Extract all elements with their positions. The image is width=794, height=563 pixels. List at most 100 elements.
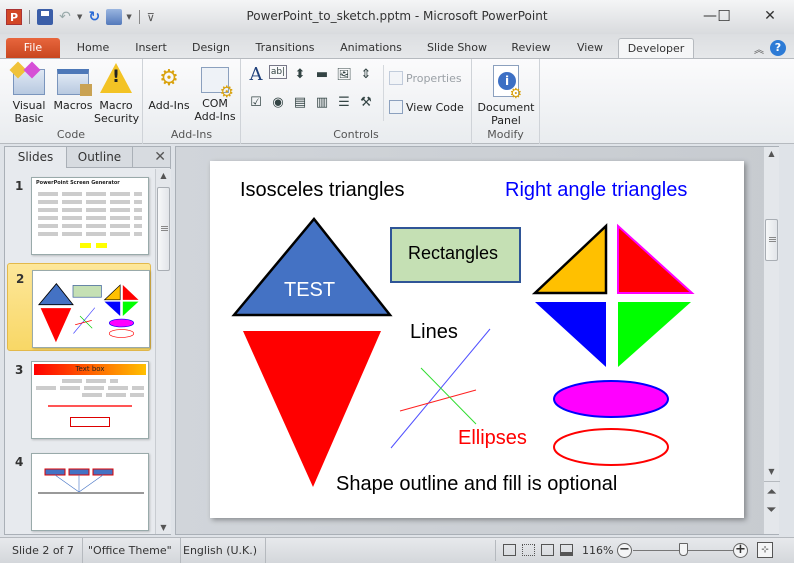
listbox-control-icon[interactable]: ▥ — [313, 93, 331, 111]
close-pane-icon[interactable]: ✕ — [154, 149, 166, 165]
spin-button-control-icon[interactable]: ⬍ — [291, 65, 309, 83]
current-slide[interactable]: Isosceles triangles Right angle triangle… — [210, 161, 744, 518]
combobox-control-icon[interactable]: ▤ — [291, 93, 309, 111]
tab-animations[interactable]: Animations — [334, 38, 408, 58]
macros-button[interactable]: Macros — [52, 63, 94, 112]
visual-basic-label: Visual — [12, 99, 46, 112]
minimize-ribbon-icon[interactable]: ︽ — [754, 41, 764, 56]
thumb-text-lines — [62, 379, 118, 383]
view-code-button[interactable]: View Code — [389, 100, 464, 114]
tab-outline[interactable]: Outline — [67, 147, 133, 168]
normal-view-icon[interactable] — [503, 544, 516, 556]
zoom-level[interactable]: 116% — [582, 538, 613, 563]
zoom-slider-handle[interactable] — [679, 543, 688, 556]
previous-slide-icon[interactable]: ⏶ — [764, 485, 779, 499]
textbox-control-icon[interactable]: ab| — [269, 65, 287, 79]
help-icon[interactable]: ? — [770, 40, 786, 56]
tab-developer[interactable]: Developer — [618, 38, 694, 58]
label-control-icon[interactable]: A — [247, 64, 265, 85]
slide-thumbnail-3[interactable]: 3 Text box — [7, 355, 151, 443]
thumb-text-lines — [38, 232, 142, 236]
toggle-button-control-icon[interactable]: ☰ — [335, 93, 353, 111]
tab-view[interactable]: View — [568, 38, 612, 58]
ellipses-label[interactable]: Ellipses — [458, 427, 527, 450]
tab-insert[interactable]: Insert — [128, 38, 174, 58]
lines-label[interactable]: Lines — [410, 321, 458, 344]
group-code: Visual Basic Macros ! Macro Security Cod… — [0, 59, 143, 144]
isosceles-triangle-red — [243, 331, 381, 487]
visual-basic-icon — [13, 69, 45, 95]
more-controls-icon[interactable]: ⚒ — [357, 93, 375, 111]
thumb-text-lines — [38, 192, 142, 196]
tab-slide-show[interactable]: Slide Show — [420, 38, 494, 58]
visual-basic-button[interactable]: Visual Basic — [6, 63, 52, 125]
separator — [383, 65, 384, 121]
slide-show-view-icon[interactable] — [560, 544, 573, 556]
line-red — [399, 389, 477, 412]
slide-sorter-view-icon[interactable] — [522, 544, 535, 556]
document-panel-button[interactable]: Document Panel — [476, 63, 536, 127]
zoom-in-button[interactable]: + — [733, 543, 748, 558]
slide-thumbnail-4[interactable]: 4 — [7, 447, 151, 534]
ellipse-outline-red — [553, 428, 669, 466]
status-bar: Slide 2 of 7 "Office Theme" English (U.K… — [0, 537, 794, 563]
theme-name[interactable]: "Office Theme" — [80, 538, 181, 563]
tab-home[interactable]: Home — [70, 38, 116, 58]
tab-transitions[interactable]: Transitions — [248, 38, 322, 58]
slide-thumbnail-2[interactable]: 2 — [7, 263, 151, 351]
zoom-out-button[interactable]: − — [617, 543, 632, 558]
workspace: Slides Outline ✕ 1 PowerPoint Screen Gen… — [0, 144, 794, 537]
next-slide-icon[interactable]: ⏷ — [764, 503, 779, 517]
language[interactable]: English (U.K.) — [175, 538, 267, 563]
thumb-text-lines — [38, 208, 142, 212]
isosceles-triangles-title[interactable]: Isosceles triangles — [240, 179, 405, 202]
thumb-text-lines — [82, 393, 144, 397]
tab-review[interactable]: Review — [506, 38, 556, 58]
right-triangle-blue — [535, 302, 606, 367]
fit-to-window-icon[interactable]: ⊹ — [757, 542, 773, 558]
scroll-up-icon[interactable]: ▲ — [156, 171, 171, 180]
slide-preview — [32, 270, 150, 348]
macro-security-button[interactable]: ! Macro Security — [94, 63, 140, 125]
separator — [495, 540, 496, 561]
scrollbar-thumb[interactable] — [765, 219, 778, 261]
close-button[interactable]: ✕ — [755, 5, 785, 27]
scroll-down-icon[interactable]: ▼ — [764, 467, 779, 476]
slides-pane-scrollbar[interactable]: ▲ ▼ — [155, 169, 171, 534]
document-panel-icon — [493, 65, 522, 101]
triangle-test-label[interactable]: TEST — [284, 279, 335, 302]
thumb-red-box — [70, 417, 110, 427]
properties-label: Properties — [406, 71, 462, 85]
thumb-slide-4-shapes — [38, 468, 144, 494]
macro-security-label-2: Security — [94, 112, 140, 125]
tab-design[interactable]: Design — [186, 38, 236, 58]
reading-view-icon[interactable] — [541, 544, 554, 556]
checkbox-control-icon[interactable]: ☑ — [247, 93, 265, 111]
command-button-control-icon[interactable]: ▬ — [313, 65, 331, 83]
right-angle-triangles-title[interactable]: Right angle triangles — [505, 179, 687, 202]
document-panel-label: Document — [477, 101, 535, 114]
slide-editor: Isosceles triangles Right angle triangle… — [175, 146, 780, 535]
properties-icon — [389, 71, 403, 85]
slide-thumbnail-1[interactable]: 1 PowerPoint Screen Generator — [7, 171, 151, 259]
option-button-control-icon[interactable]: ◉ — [269, 93, 287, 111]
addins-button[interactable]: ⚙ Add-Ins — [147, 63, 191, 112]
slide-number: 2 — [16, 272, 25, 286]
editor-scrollbar[interactable]: ▲ ▼ ⏶ ⏷ — [763, 147, 780, 534]
footer-text[interactable]: Shape outline and fill is optional — [336, 473, 617, 496]
slide-shapes — [231, 217, 695, 487]
tab-slides[interactable]: Slides — [5, 147, 67, 168]
scroll-down-icon[interactable]: ▼ — [156, 523, 171, 532]
scrollbar-thumb[interactable] — [157, 187, 170, 271]
properties-button[interactable]: Properties — [389, 71, 462, 85]
tab-file[interactable]: File — [6, 38, 60, 58]
image-control-icon[interactable]: 🖼 — [335, 65, 353, 83]
group-controls: A ab| ⬍ ▬ 🖼 ⇕ ☑ ◉ ▤ ▥ ☰ ⚒ Properties Vie… — [241, 59, 472, 144]
scroll-up-icon[interactable]: ▲ — [764, 149, 779, 158]
maximize-button[interactable]: ☐ — [709, 5, 739, 27]
rectangles-label[interactable]: Rectangles — [408, 243, 498, 264]
scrollbar-control-icon[interactable]: ⇕ — [357, 65, 375, 83]
thumb-highlight — [96, 243, 107, 248]
group-label-addins: Add-Ins — [170, 128, 213, 141]
com-addins-button[interactable]: COM Add-Ins — [193, 63, 237, 123]
